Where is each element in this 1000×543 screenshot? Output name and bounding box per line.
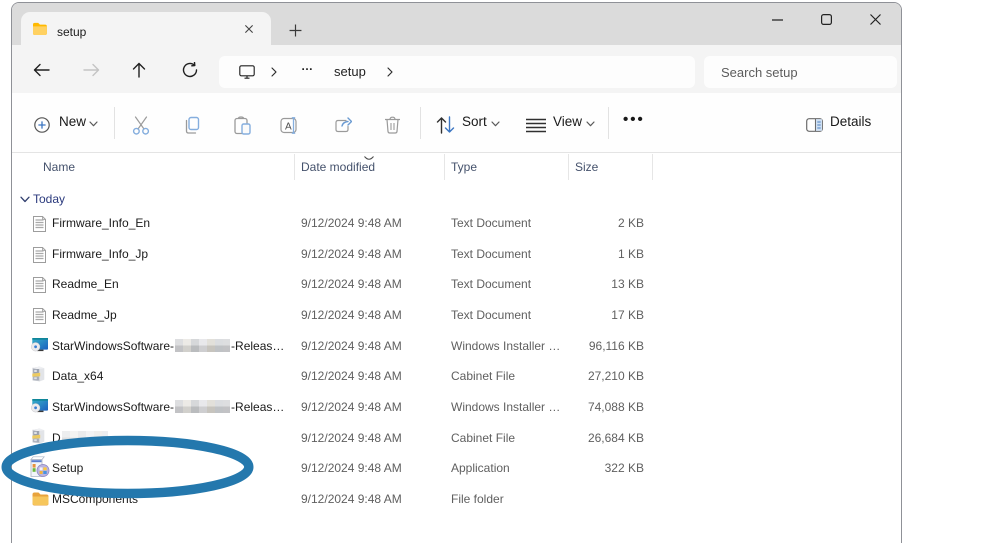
- svg-text:A: A: [285, 122, 292, 133]
